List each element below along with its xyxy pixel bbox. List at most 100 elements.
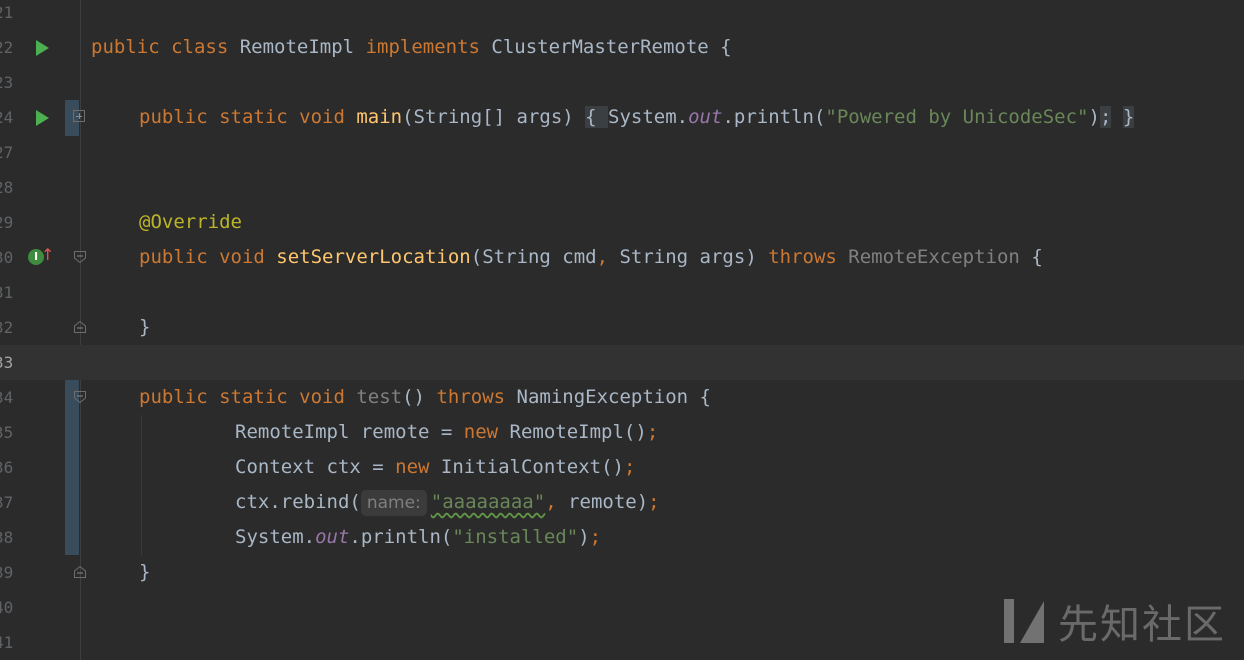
line-number[interactable]: 32 bbox=[0, 310, 18, 345]
code-token: RemoteImpl remote = bbox=[235, 421, 464, 443]
code-token: public static void bbox=[139, 106, 357, 128]
go-to-super-icon[interactable]: ↑ bbox=[41, 245, 54, 265]
code-token: } bbox=[139, 561, 151, 583]
code-line[interactable]: 27 bbox=[0, 135, 1244, 170]
code-token: ; bbox=[623, 456, 636, 478]
code-token: .println( bbox=[722, 106, 826, 128]
collapse-fold-icon[interactable] bbox=[73, 250, 87, 264]
line-number[interactable]: 35 bbox=[0, 415, 18, 450]
code-token: } bbox=[1122, 106, 1135, 128]
line-number[interactable]: 21 bbox=[0, 0, 18, 30]
collapse-fold-icon[interactable] bbox=[73, 390, 87, 404]
code-line[interactable]: 21 bbox=[0, 0, 1244, 30]
code-token: ) bbox=[578, 526, 590, 548]
code-token: InitialContext() bbox=[440, 456, 624, 478]
code-token: throws bbox=[768, 246, 849, 268]
code-token: System. bbox=[608, 106, 689, 128]
line-number[interactable]: 30 bbox=[0, 240, 18, 275]
line-number[interactable]: 38 bbox=[0, 520, 18, 555]
xianzhi-logo-icon bbox=[1004, 599, 1044, 643]
code-token: , bbox=[545, 491, 569, 513]
run-icon[interactable] bbox=[36, 40, 49, 56]
code-token: new bbox=[395, 456, 441, 478]
code-token: implements bbox=[365, 36, 492, 58]
watermark: 先知社区 bbox=[1000, 592, 1226, 650]
code-line[interactable]: 32} bbox=[0, 310, 1244, 345]
code-line[interactable]: 23 bbox=[0, 65, 1244, 100]
code-text[interactable]: ctx.rebind(name: "aaaaaaaa", remote); bbox=[235, 485, 660, 520]
line-number[interactable]: 29 bbox=[0, 205, 18, 240]
code-token: public class bbox=[91, 36, 240, 58]
line-number[interactable]: 22 bbox=[0, 30, 18, 65]
code-token: out bbox=[688, 106, 723, 128]
line-number[interactable]: 31 bbox=[0, 275, 18, 310]
code-text[interactable]: @Override bbox=[139, 205, 242, 240]
code-text[interactable]: public static void test() throws NamingE… bbox=[139, 380, 711, 415]
code-line[interactable]: 31 bbox=[0, 275, 1244, 310]
code-line[interactable]: 33 bbox=[0, 345, 1244, 380]
code-line[interactable]: 22 public class RemoteImpl implements Clu… bbox=[0, 30, 1244, 65]
code-line[interactable]: 29 @Override bbox=[0, 205, 1244, 240]
code-token: (String cmd bbox=[470, 246, 597, 268]
code-token: () bbox=[402, 386, 437, 408]
line-number[interactable]: 37 bbox=[0, 485, 18, 520]
code-line[interactable]: 24 public static void main(String[] args)… bbox=[0, 100, 1244, 135]
code-token: NamingException { bbox=[516, 386, 711, 408]
code-token: String args) bbox=[619, 246, 769, 268]
code-line[interactable]: 30I↑public void setServerLocation(String… bbox=[0, 240, 1244, 275]
code-token: public void bbox=[139, 246, 277, 268]
code-text[interactable]: System.out.println("installed"); bbox=[235, 520, 601, 555]
line-number[interactable]: 28 bbox=[0, 170, 18, 205]
code-text[interactable]: public void setServerLocation(String cmd… bbox=[139, 240, 1043, 275]
code-text[interactable]: public class RemoteImpl implements Clust… bbox=[91, 30, 732, 65]
fold-end-icon[interactable] bbox=[73, 565, 87, 579]
code-line[interactable]: 39} bbox=[0, 555, 1244, 590]
line-number[interactable]: 34 bbox=[0, 380, 18, 415]
code-token: public static void bbox=[139, 386, 357, 408]
code-token: } bbox=[139, 316, 151, 338]
code-token: RemoteImpl() bbox=[509, 421, 647, 443]
code-token: ctx.rebind( bbox=[235, 491, 361, 513]
code-token: test bbox=[356, 386, 403, 408]
run-icon[interactable] bbox=[36, 110, 49, 126]
parameter-hint: name: bbox=[360, 490, 427, 516]
code-token: "Powered by UnicodeSec" bbox=[825, 106, 1089, 128]
code-text[interactable]: public static void main(String[] args) {… bbox=[139, 100, 1135, 135]
watermark-text: 先知社区 bbox=[1058, 602, 1226, 648]
code-token: out bbox=[315, 526, 350, 548]
code-text[interactable]: Context ctx = new InitialContext(); bbox=[235, 450, 635, 485]
line-number[interactable]: 23 bbox=[0, 65, 18, 100]
line-number[interactable]: 33 bbox=[0, 345, 18, 380]
code-line[interactable]: 34 public static void test() throws Namin… bbox=[0, 380, 1244, 415]
line-number[interactable]: 41 bbox=[0, 625, 18, 660]
line-number[interactable]: 24 bbox=[0, 100, 18, 135]
code-token: remote) bbox=[568, 491, 649, 513]
line-number[interactable]: 39 bbox=[0, 555, 18, 590]
code-token: throws bbox=[436, 386, 517, 408]
code-editor[interactable]: 2122 public class RemoteImpl implements C… bbox=[0, 0, 1244, 660]
code-token: "aaaaaaaa" bbox=[430, 491, 546, 513]
line-number[interactable]: 36 bbox=[0, 450, 18, 485]
code-token: RemoteException bbox=[848, 246, 1032, 268]
code-token: ClusterMasterRemote { bbox=[491, 36, 732, 58]
code-token: @Override bbox=[139, 211, 242, 233]
code-text[interactable]: } bbox=[139, 310, 150, 345]
code-token: ; bbox=[589, 526, 602, 548]
code-token: ; bbox=[646, 421, 659, 443]
code-token: { bbox=[1031, 246, 1043, 268]
code-token: (String[] args) bbox=[402, 106, 586, 128]
line-number[interactable]: 40 bbox=[0, 590, 18, 625]
expand-fold-icon[interactable] bbox=[73, 110, 85, 122]
code-line[interactable]: 38 System.out.println("installed"); bbox=[0, 520, 1244, 555]
code-line[interactable]: 35 RemoteImpl remote = new RemoteImpl(); bbox=[0, 415, 1244, 450]
code-text[interactable]: RemoteImpl remote = new RemoteImpl(); bbox=[235, 415, 658, 450]
code-line[interactable]: 37 ctx.rebind(name:"aaaaaaaa", remote); bbox=[0, 485, 1244, 520]
code-line[interactable]: 36 Context ctx = new InitialContext(); bbox=[0, 450, 1244, 485]
code-token: RemoteImpl bbox=[239, 36, 366, 58]
code-text[interactable]: } bbox=[139, 555, 150, 590]
code-line[interactable]: 28 bbox=[0, 170, 1244, 205]
code-token: setServerLocation bbox=[276, 246, 471, 268]
line-number[interactable]: 27 bbox=[0, 135, 18, 170]
fold-end-icon[interactable] bbox=[73, 320, 87, 334]
